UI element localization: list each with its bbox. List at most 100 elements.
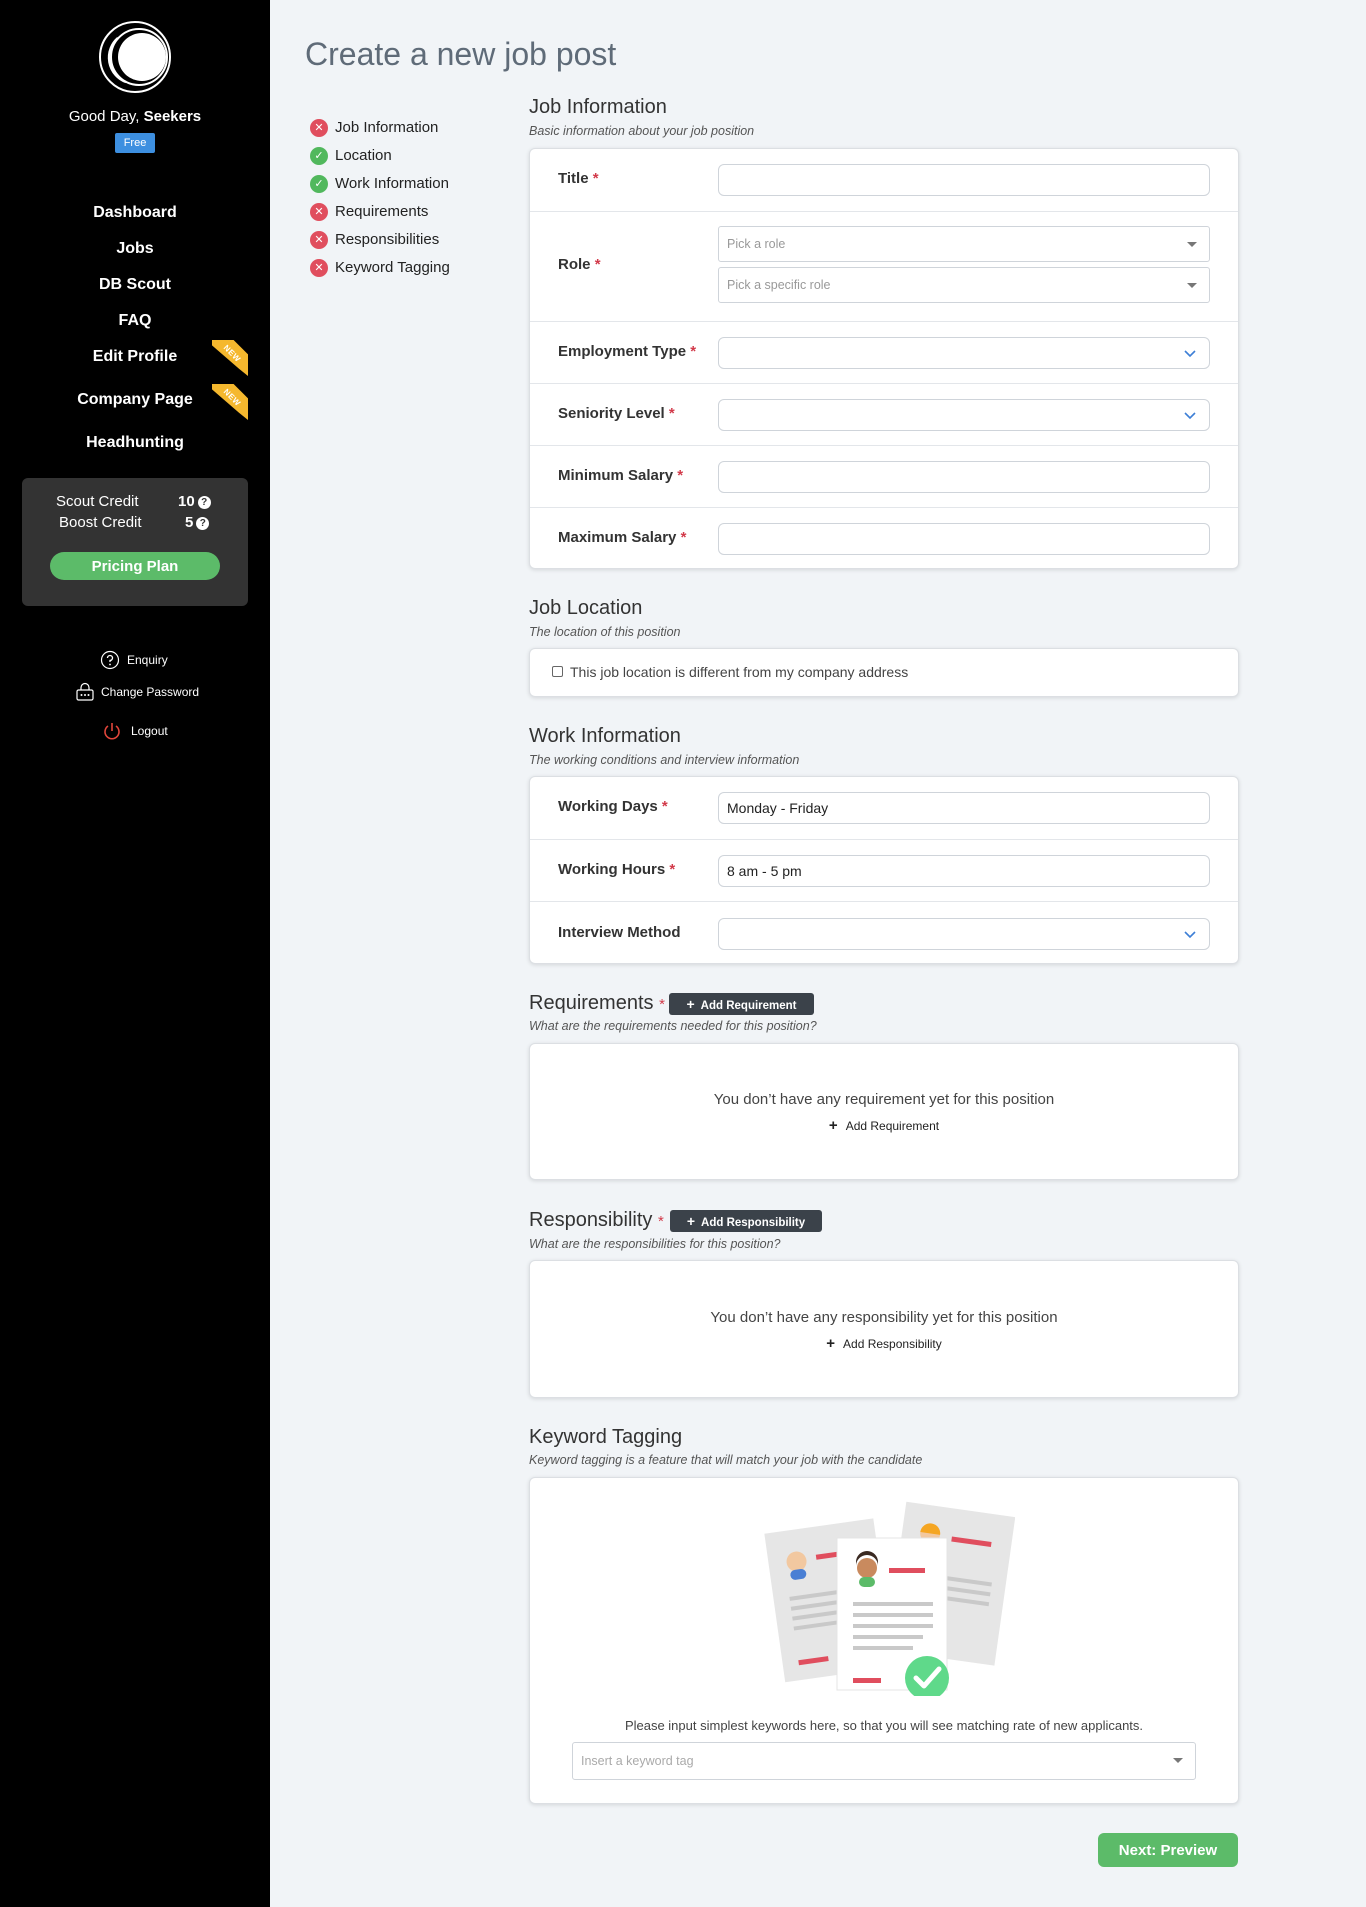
add-responsibility-link[interactable]: + Add Responsibility	[530, 1335, 1238, 1352]
requirements-empty-message: You don’t have any requirement yet for t…	[713, 1091, 1055, 1108]
next-preview-button[interactable]: Next: Preview	[1098, 1833, 1238, 1867]
interview-method-select[interactable]	[718, 918, 1210, 950]
employment-type-label: Employment Type *	[558, 343, 697, 360]
interview-method-label: Interview Method	[558, 924, 681, 941]
sidebar-item-db-scout[interactable]: DB Scout	[0, 276, 270, 294]
plan-badge: Free	[115, 133, 155, 153]
help-icon[interactable]: ?	[197, 496, 211, 509]
keyword-tag-input[interactable]: Insert a keyword tag	[572, 1742, 1196, 1780]
sidebar-item-faq[interactable]: FAQ	[0, 312, 270, 330]
sidebar: Good Day, Seekers Free Dashboard Jobs DB…	[0, 0, 270, 1907]
working-hours-input[interactable]: 8 am - 5 pm	[718, 855, 1210, 887]
requirements-subtitle: What are the requirements needed for thi…	[529, 1019, 817, 1033]
minimum-salary-input[interactable]	[718, 461, 1210, 493]
job-information-heading: Job Information	[529, 96, 667, 118]
seniority-level-label: Seniority Level *	[558, 405, 675, 422]
greeting-prefix: Good Day,	[68, 108, 140, 125]
plus-icon: +	[686, 996, 695, 1012]
role-row: Role * Pick a role Pick a specific role	[530, 211, 1238, 321]
greeting: Good Day, Seekers	[0, 108, 270, 125]
minimum-salary-label: Minimum Salary *	[558, 467, 684, 484]
sidebar-item-jobs[interactable]: Jobs	[0, 240, 270, 258]
work-information-subtitle: The working conditions and interview inf…	[529, 753, 800, 767]
title-input[interactable]	[718, 164, 1210, 196]
title-label: Title *	[558, 170, 599, 187]
title-row: Title *	[530, 149, 1238, 211]
different-location-checkbox[interactable]	[552, 666, 563, 677]
add-requirement-link[interactable]: + Add Requirement	[530, 1117, 1238, 1134]
page-title: Create a new job post	[305, 36, 617, 72]
job-location-subtitle: The location of this position	[529, 625, 681, 639]
lock-icon	[76, 682, 94, 701]
error-x-icon: ✕	[310, 231, 328, 249]
plus-icon: +	[826, 1335, 836, 1352]
plus-icon: +	[828, 1117, 838, 1134]
seniority-level-select[interactable]	[718, 399, 1210, 431]
job-information-card: Title * Role * Pick a role Pick a specif…	[529, 148, 1239, 569]
maximum-salary-input[interactable]	[718, 523, 1210, 555]
scout-credit-label: Scout Credit	[56, 493, 139, 510]
boost-credit-label: Boost Credit	[59, 514, 142, 531]
job-location-heading: Job Location	[529, 597, 643, 619]
minimum-salary-row: Minimum Salary *	[530, 445, 1238, 507]
help-icon[interactable]: ?	[196, 517, 210, 530]
working-days-row: Working Days * Monday - Friday	[530, 777, 1238, 839]
responsibility-heading: Responsibility *	[529, 1209, 664, 1231]
caret-down-icon	[1187, 242, 1197, 247]
step-keyword-tagging[interactable]: ✕ Keyword Tagging	[310, 258, 510, 278]
working-hours-label: Working Hours *	[558, 861, 676, 878]
work-information-card: Working Days * Monday - Friday Working H…	[529, 776, 1239, 964]
boost-credit-value: 5?	[185, 514, 210, 531]
check-circle-icon: ✓	[310, 147, 328, 165]
power-icon	[104, 723, 120, 740]
step-job-information[interactable]: ✕ Job Information	[310, 118, 510, 138]
user-name: Seekers	[143, 108, 202, 125]
responsibility-empty-message: You don’t have any responsibility yet fo…	[710, 1309, 1058, 1326]
step-requirements[interactable]: ✕ Requirements	[310, 202, 510, 222]
sidebar-item-headhunting[interactable]: Headhunting	[0, 434, 270, 452]
chevron-down-icon	[1184, 350, 1196, 358]
check-circle-icon: ✓	[310, 175, 328, 193]
role-select[interactable]: Pick a role	[718, 226, 1210, 262]
requirements-heading: Requirements *	[529, 992, 665, 1014]
responsibility-subtitle: What are the responsibilities for this p…	[529, 1237, 781, 1251]
error-x-icon: ✕	[310, 259, 328, 277]
error-x-icon: ✕	[310, 119, 328, 137]
keyword-tagging-subtitle: Keyword tagging is a feature that will m…	[529, 1453, 923, 1467]
employment-type-select[interactable]	[718, 337, 1210, 369]
work-information-heading: Work Information	[529, 725, 681, 747]
plus-icon: +	[686, 1213, 696, 1229]
keyword-tagging-card: Please input simplest keywords here, so …	[529, 1477, 1239, 1804]
step-work-information[interactable]: ✓ Work Information	[310, 174, 510, 194]
pricing-plan-button[interactable]: Pricing Plan	[50, 552, 220, 580]
add-responsibility-button[interactable]: + Add Responsibility	[670, 1210, 822, 1232]
maximum-salary-row: Maximum Salary *	[530, 507, 1238, 569]
job-location-card: This job location is different from my c…	[529, 648, 1239, 697]
credit-panel: Scout Credit 10? Boost Credit 5? Pricing…	[22, 478, 248, 606]
employment-type-row: Employment Type *	[530, 321, 1238, 383]
chevron-down-icon	[1184, 412, 1196, 420]
seniority-level-row: Seniority Level *	[530, 383, 1238, 445]
keyword-hint: Please input simplest keywords here, so …	[624, 1718, 1144, 1733]
maximum-salary-label: Maximum Salary *	[558, 529, 687, 546]
working-days-label: Working Days *	[558, 798, 668, 815]
caret-down-icon	[1187, 283, 1197, 288]
scout-credit-value: 10?	[178, 493, 211, 510]
step-location[interactable]: ✓ Location	[310, 146, 510, 166]
resume-illustration-icon	[764, 1501, 1015, 1696]
keyword-tagging-heading: Keyword Tagging	[529, 1426, 683, 1448]
job-information-subtitle: Basic information about your job positio…	[529, 124, 755, 138]
caret-down-icon	[1173, 1758, 1183, 1763]
error-x-icon: ✕	[310, 203, 328, 221]
role-label: Role *	[558, 256, 601, 273]
working-days-input[interactable]: Monday - Friday	[718, 792, 1210, 824]
sidebar-item-dashboard[interactable]: Dashboard	[0, 204, 270, 222]
brand-logo-icon	[99, 21, 171, 93]
chevron-down-icon	[1184, 931, 1196, 939]
question-circle-icon	[100, 650, 120, 670]
specific-role-select[interactable]: Pick a specific role	[718, 267, 1210, 303]
interview-method-row: Interview Method	[530, 901, 1238, 964]
add-requirement-button[interactable]: + Add Requirement	[669, 993, 814, 1015]
step-responsibilities[interactable]: ✕ Responsibilities	[310, 230, 510, 250]
different-location-option[interactable]: This job location is different from my c…	[552, 664, 908, 680]
